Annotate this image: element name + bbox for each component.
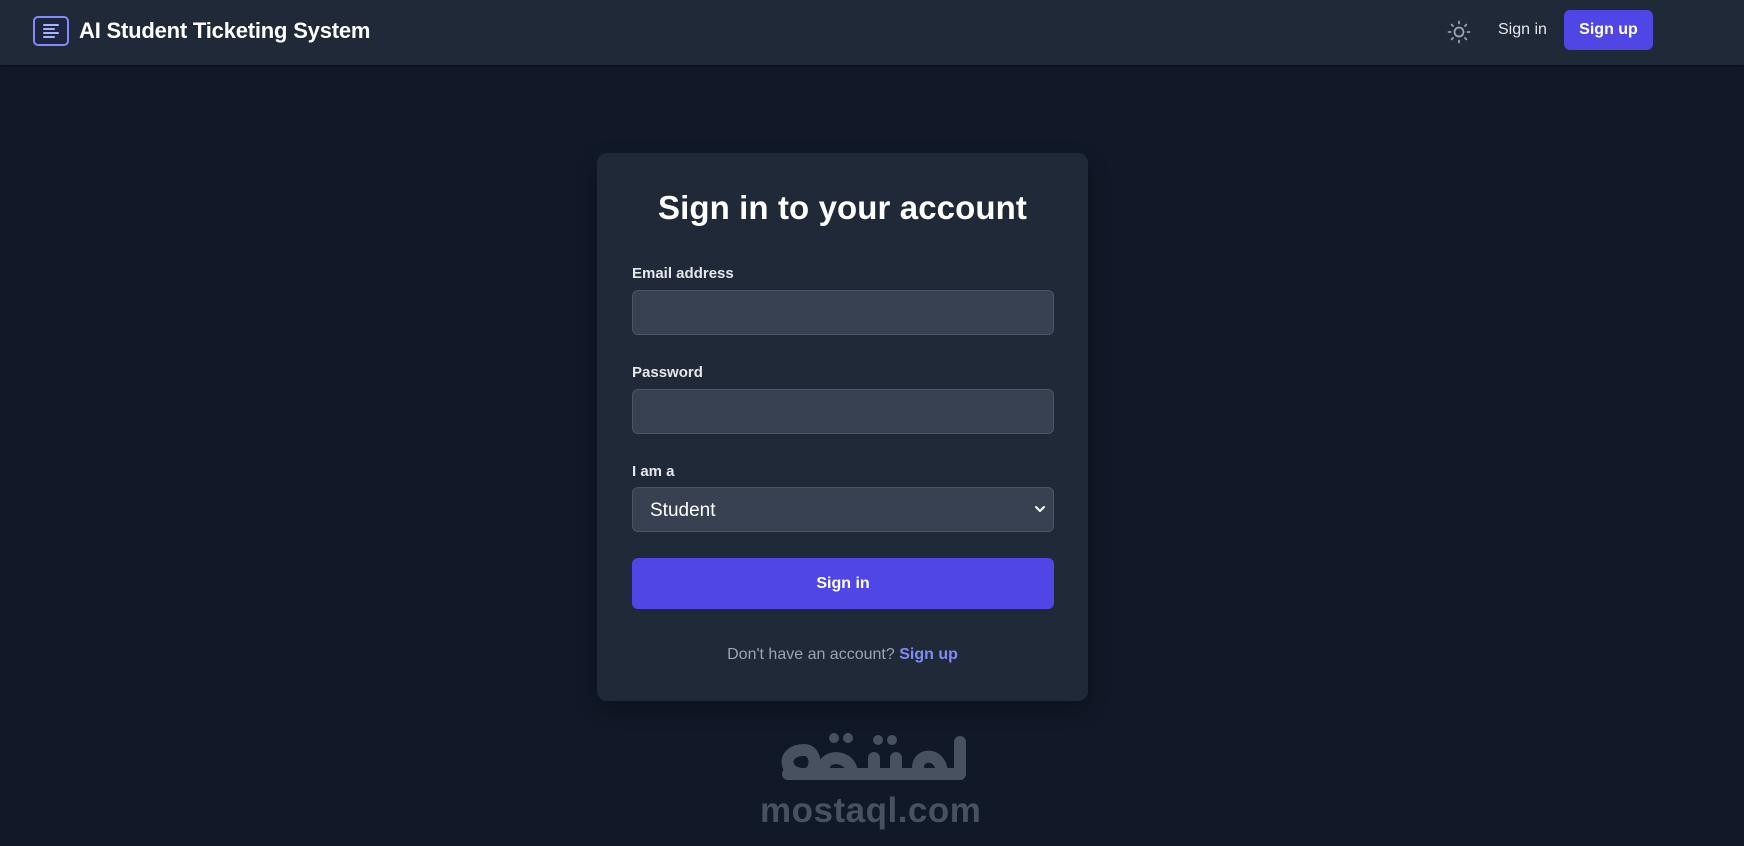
chevron-down-icon	[1035, 506, 1045, 512]
page-title: Sign in to your account	[658, 189, 1027, 226]
signup-link[interactable]: Sign up	[899, 646, 958, 663]
email-field[interactable]	[632, 290, 1054, 335]
password-field[interactable]	[632, 389, 1054, 434]
signin-submit-button[interactable]: Sign in	[632, 558, 1054, 609]
top-navbar: AI Student Ticketing System Sign in Sign…	[0, 0, 1744, 65]
header-signin-link[interactable]: Sign in	[1490, 10, 1555, 50]
signin-card: Sign in to your account Email address Pa…	[597, 153, 1088, 701]
password-label: Password	[632, 364, 703, 381]
watermark-logo: mostaql.com	[760, 724, 982, 836]
email-label: Email address	[632, 265, 734, 282]
mostaql-logo-mark	[781, 733, 966, 780]
watermark-site-text: mostaql.com	[760, 791, 982, 830]
app-title: AI Student Ticketing System	[79, 18, 371, 43]
role-select-value: Student	[650, 500, 716, 521]
menu-lines-icon	[33, 16, 69, 46]
sun-icon	[1447, 20, 1471, 44]
role-label: I am a	[632, 463, 675, 480]
signup-prompt: Don't have an account? Sign up	[597, 646, 1088, 664]
brand[interactable]: AI Student Ticketing System	[33, 16, 370, 46]
signup-prompt-text: Don't have an account?	[727, 646, 895, 663]
theme-toggle-button[interactable]	[1444, 17, 1474, 47]
header-signup-button[interactable]: Sign up	[1564, 10, 1653, 50]
role-select[interactable]: Student	[632, 487, 1054, 532]
